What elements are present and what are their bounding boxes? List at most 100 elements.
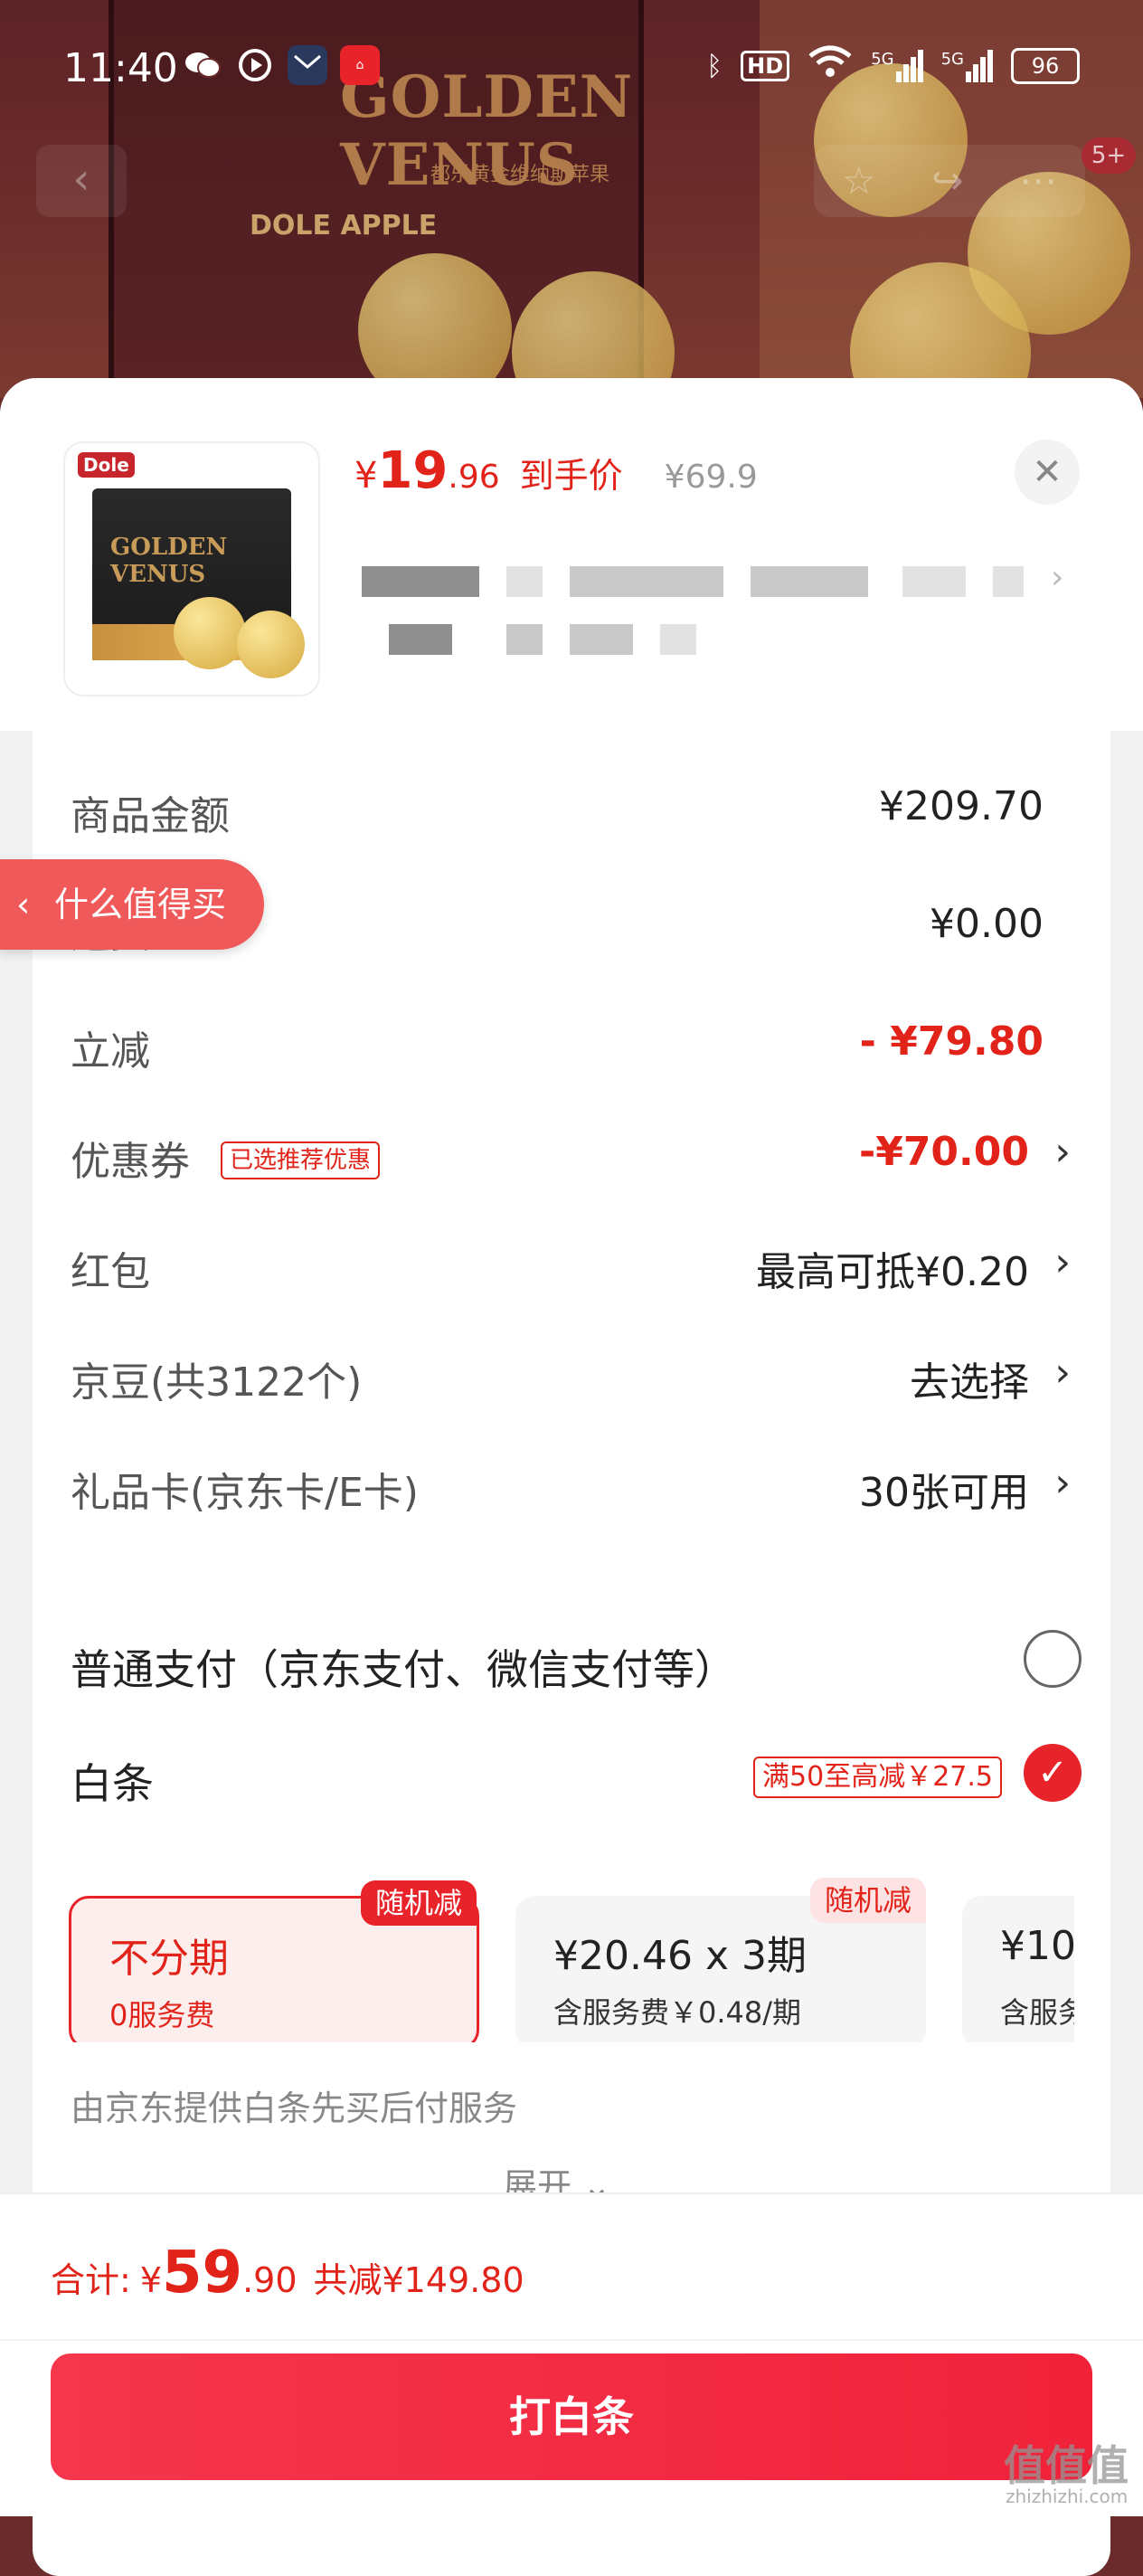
blurred-spec-text bbox=[570, 566, 723, 597]
divider bbox=[0, 2339, 1143, 2341]
thumb-brand-title: GOLDEN VENUS bbox=[110, 534, 228, 588]
discount-value: - ¥79.80 bbox=[859, 1018, 1044, 1065]
jd-beans-row[interactable]: 京豆(共3122个) 去选择 › bbox=[71, 1350, 1101, 1413]
total-saving: 共减¥149.80 bbox=[313, 2260, 524, 2300]
installment-title: ¥20.46 x 3期 bbox=[553, 1933, 807, 1979]
wifi-icon bbox=[808, 45, 853, 87]
shopping-app-icon: ⌂ bbox=[340, 45, 380, 85]
background-dole-apple: DOLE APPLE bbox=[250, 210, 438, 242]
blurred-spec-text bbox=[362, 566, 479, 597]
baitiao-row[interactable]: 白条 满50至高减￥27.5 ✓ bbox=[71, 1744, 1101, 1823]
blurred-spec-text bbox=[570, 624, 633, 655]
share-icon: ↪ bbox=[931, 158, 964, 203]
battery-icon: 96 bbox=[1011, 48, 1080, 84]
normal-payment-row[interactable]: 普通支付（京东支付、微信支付等） bbox=[71, 1630, 1101, 1709]
random-discount-badge: 随机减 bbox=[360, 1880, 477, 1926]
baitiao-radio-checked[interactable]: ✓ bbox=[1024, 1744, 1082, 1802]
gift-card-value: 30张可用 bbox=[859, 1470, 1029, 1516]
product-header: Dole GOLDEN VENUS ¥ 19 .96 到手价 ¥69.9 ✕ › bbox=[0, 378, 1143, 731]
price-row: ¥ 19 .96 到手价 ¥69.9 bbox=[354, 441, 758, 500]
installment-fee: 含服务 bbox=[1000, 1995, 1074, 2030]
gift-card-label: 礼品卡(京东卡/E卡) bbox=[71, 1470, 419, 1516]
chevron-right-icon: › bbox=[1054, 1129, 1071, 1175]
normal-payment-label: 普通支付（京东支付、微信支付等） bbox=[71, 1645, 736, 1694]
hd-icon: HD bbox=[741, 51, 790, 81]
installment-option-6[interactable]: ¥10 含服务 bbox=[962, 1896, 1074, 2042]
mail-app-icon bbox=[288, 45, 327, 85]
coupon-recommended-tag: 已选推荐优惠 bbox=[221, 1141, 381, 1179]
jd-beans-label: 京豆(共3122个) bbox=[71, 1359, 363, 1406]
normal-payment-radio[interactable] bbox=[1024, 1630, 1082, 1688]
price-decimal: .96 bbox=[448, 459, 500, 496]
price-integer: 19 bbox=[377, 441, 449, 500]
coupon-value: -¥70.00 bbox=[858, 1129, 1029, 1175]
network-type-label: 5G bbox=[940, 50, 964, 69]
goods-amount-value: ¥209.70 bbox=[879, 783, 1044, 829]
chevron-right-icon: › bbox=[1054, 1239, 1071, 1285]
network-type-label: 5G bbox=[871, 50, 894, 69]
installment-option-3[interactable]: 随机减 ¥20.46 x 3期 含服务费￥0.48/期 bbox=[515, 1878, 926, 2042]
apple-image bbox=[174, 597, 246, 669]
background-action-bar: ☆ ↪ ⋯ bbox=[814, 145, 1085, 217]
status-right-icons: ᛒ HD 5G 5G 96 bbox=[706, 45, 1080, 87]
price-symbol: ¥ bbox=[354, 455, 378, 497]
status-time: 11:40 bbox=[63, 45, 178, 91]
discount-label: 立减 bbox=[71, 1028, 150, 1075]
total-decimal: .90 bbox=[242, 2260, 298, 2300]
jd-beans-value: 去选择 bbox=[910, 1359, 1029, 1406]
goods-amount-row: 商品金额 ¥209.70 bbox=[71, 783, 1101, 847]
coupon-row[interactable]: 优惠券 已选推荐优惠 -¥70.00 › bbox=[71, 1129, 1101, 1192]
price-tag: 到手价 bbox=[519, 456, 623, 496]
blurred-spec-text bbox=[902, 566, 966, 597]
original-price: ¥69.9 bbox=[664, 459, 758, 496]
blurred-spec-text bbox=[506, 566, 543, 597]
dole-logo: Dole bbox=[78, 452, 135, 478]
shipping-value: ¥0.00 bbox=[930, 901, 1044, 947]
total-row: 合计: ¥ 59 .90 共减¥149.80 bbox=[51, 2240, 524, 2306]
installment-fee: 含服务费￥0.48/期 bbox=[553, 1995, 802, 2030]
random-discount-badge: 随机减 bbox=[809, 1878, 926, 1923]
pay-with-baitiao-button[interactable]: 打白条 bbox=[51, 2353, 1092, 2480]
video-app-icon bbox=[235, 45, 275, 85]
blurred-spec-text bbox=[660, 624, 696, 655]
chevron-right-icon: › bbox=[1054, 1460, 1071, 1506]
total-symbol: ¥ bbox=[139, 2260, 162, 2300]
installment-fee: 0服务费 bbox=[109, 1998, 215, 2032]
installment-title: 不分期 bbox=[109, 1936, 229, 1982]
smzdm-label: 什么值得买 bbox=[54, 885, 227, 924]
chevron-right-icon: › bbox=[1054, 1350, 1071, 1396]
chevron-left-icon: ‹ bbox=[16, 885, 31, 924]
baitiao-service-note: 由京东提供白条先买后付服务 bbox=[71, 2088, 518, 2128]
baitiao-label: 白条 bbox=[71, 1759, 154, 1808]
red-packet-row[interactable]: 红包 最高可抵¥0.20 › bbox=[71, 1239, 1101, 1302]
gift-card-row[interactable]: 礼品卡(京东卡/E卡) 30张可用 › bbox=[71, 1460, 1101, 1523]
installment-plans: 随机减 不分期 0服务费 随机减 ¥20.46 x 3期 含服务费￥0.48/期… bbox=[69, 1878, 1074, 2042]
smzdm-floating-button[interactable]: ‹ 什么值得买 bbox=[0, 859, 264, 950]
more-icon: ⋯ bbox=[1019, 158, 1058, 203]
back-icon: ‹ bbox=[36, 145, 127, 217]
product-thumbnail[interactable]: Dole GOLDEN VENUS bbox=[63, 441, 320, 696]
blurred-spec-text bbox=[993, 566, 1024, 597]
chevron-right-icon[interactable]: › bbox=[1051, 559, 1063, 596]
blurred-spec-text bbox=[389, 624, 452, 655]
close-button[interactable]: ✕ bbox=[1015, 440, 1080, 505]
background-brand-subtitle: 都乐黄金维纳斯苹果 bbox=[430, 164, 610, 186]
red-packet-value: 最高可抵¥0.20 bbox=[756, 1249, 1029, 1295]
apple-image bbox=[237, 611, 305, 678]
wechat-icon bbox=[183, 45, 222, 85]
total-label: 合计: bbox=[51, 2260, 131, 2300]
total-integer: 59 bbox=[162, 2240, 243, 2306]
installment-title: ¥10 bbox=[1000, 1923, 1074, 1969]
watermark-url: zhizhizhi.com bbox=[1006, 2486, 1129, 2507]
signal-icon-2: 5G bbox=[941, 50, 993, 82]
background-apple bbox=[358, 253, 512, 398]
coupon-label: 优惠券 bbox=[71, 1139, 190, 1185]
star-icon: ☆ bbox=[841, 158, 876, 203]
installment-option-none[interactable]: 随机减 不分期 0服务费 bbox=[69, 1880, 479, 2042]
blurred-spec-text bbox=[506, 624, 543, 655]
baitiao-promo-tag: 满50至高减￥27.5 bbox=[753, 1757, 1002, 1798]
watermark-logo: 值值值 bbox=[1004, 2441, 1129, 2490]
signal-icon: 5G bbox=[871, 50, 923, 82]
blurred-spec-text bbox=[751, 566, 868, 597]
status-bar: 11:40 ⌂ ᛒ HD 5G 5G 96 bbox=[0, 36, 1143, 99]
